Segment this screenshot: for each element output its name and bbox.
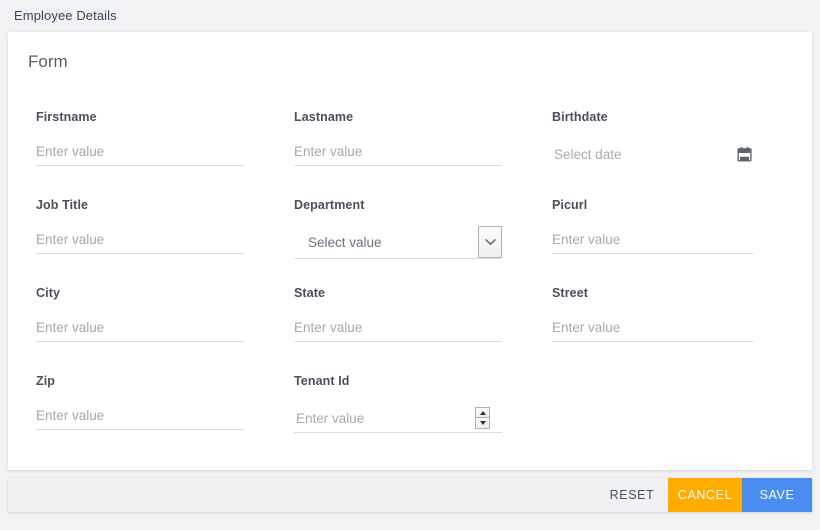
field-state: State — [284, 286, 542, 374]
triangle-up-icon — [480, 411, 486, 415]
field-picurl: Picurl — [542, 198, 794, 286]
zip-input[interactable] — [36, 404, 244, 430]
field-lastname: Lastname — [284, 110, 542, 198]
input-wrap-picurl — [552, 228, 754, 256]
input-wrap-city — [36, 316, 244, 344]
spinner-decrement-button[interactable] — [475, 418, 490, 429]
chevron-down-icon[interactable] — [478, 226, 502, 258]
input-wrap-state — [294, 316, 502, 344]
field-label-lastname: Lastname — [294, 110, 353, 124]
field-label-city: City — [36, 286, 60, 300]
birthdate-input[interactable] — [552, 146, 733, 163]
field-birthdate: Birthdate — [542, 110, 794, 198]
job-title-input[interactable] — [36, 228, 244, 254]
field-label-state: State — [294, 286, 325, 300]
input-wrap-firstname — [36, 140, 244, 168]
input-wrap-zip — [36, 404, 244, 432]
save-button[interactable]: SAVE — [742, 478, 812, 512]
field-street: Street — [542, 286, 794, 374]
picurl-input[interactable] — [552, 228, 754, 254]
input-wrap-birthdate — [552, 140, 754, 168]
page-header: Employee Details — [0, 0, 820, 32]
field-label-department: Department — [294, 198, 364, 212]
field-label-job-title: Job Title — [36, 198, 88, 212]
lastname-input[interactable] — [294, 140, 502, 166]
reset-button[interactable]: RESET — [596, 478, 668, 512]
triangle-down-icon — [480, 421, 486, 425]
field-label-tenant-id: Tenant Id — [294, 374, 350, 388]
department-selected-value: Select value — [294, 226, 478, 258]
page-title: Employee Details — [14, 8, 117, 23]
input-wrap-street — [552, 316, 754, 344]
street-input[interactable] — [552, 316, 754, 342]
field-label-birthdate: Birthdate — [552, 110, 608, 124]
spinner-icon[interactable] — [475, 407, 490, 429]
field-label-picurl: Picurl — [552, 198, 587, 212]
tenant-id-input[interactable] — [294, 410, 475, 427]
field-department: Department Select value — [284, 198, 542, 286]
spinner-increment-button[interactable] — [475, 407, 490, 418]
field-tenant-id: Tenant Id — [284, 374, 542, 462]
form-footer: RESET CANCEL SAVE — [8, 478, 812, 512]
form-grid: Firstname Lastname Birthdate — [26, 110, 794, 462]
city-input[interactable] — [36, 316, 244, 342]
field-label-zip: Zip — [36, 374, 55, 388]
input-wrap-job-title — [36, 228, 244, 256]
field-firstname: Firstname — [26, 110, 284, 198]
field-label-street: Street — [552, 286, 588, 300]
firstname-input[interactable] — [36, 140, 244, 166]
chevron-down-icon-glyph — [485, 238, 496, 246]
calendar-icon-glyph — [736, 146, 753, 163]
state-input[interactable] — [294, 316, 502, 342]
field-empty-slot — [542, 374, 794, 462]
field-job-title: Job Title — [26, 198, 284, 286]
calendar-icon[interactable] — [733, 143, 755, 165]
field-city: City — [26, 286, 284, 374]
form-card: Form Firstname Lastname Birthdate — [8, 32, 812, 470]
input-wrap-lastname — [294, 140, 502, 168]
input-wrap-tenant-id — [294, 404, 502, 433]
department-select[interactable]: Select value — [294, 226, 502, 259]
field-zip: Zip — [26, 374, 284, 462]
cancel-button[interactable]: CANCEL — [668, 478, 742, 512]
field-label-firstname: Firstname — [36, 110, 97, 124]
form-heading: Form — [28, 52, 68, 72]
